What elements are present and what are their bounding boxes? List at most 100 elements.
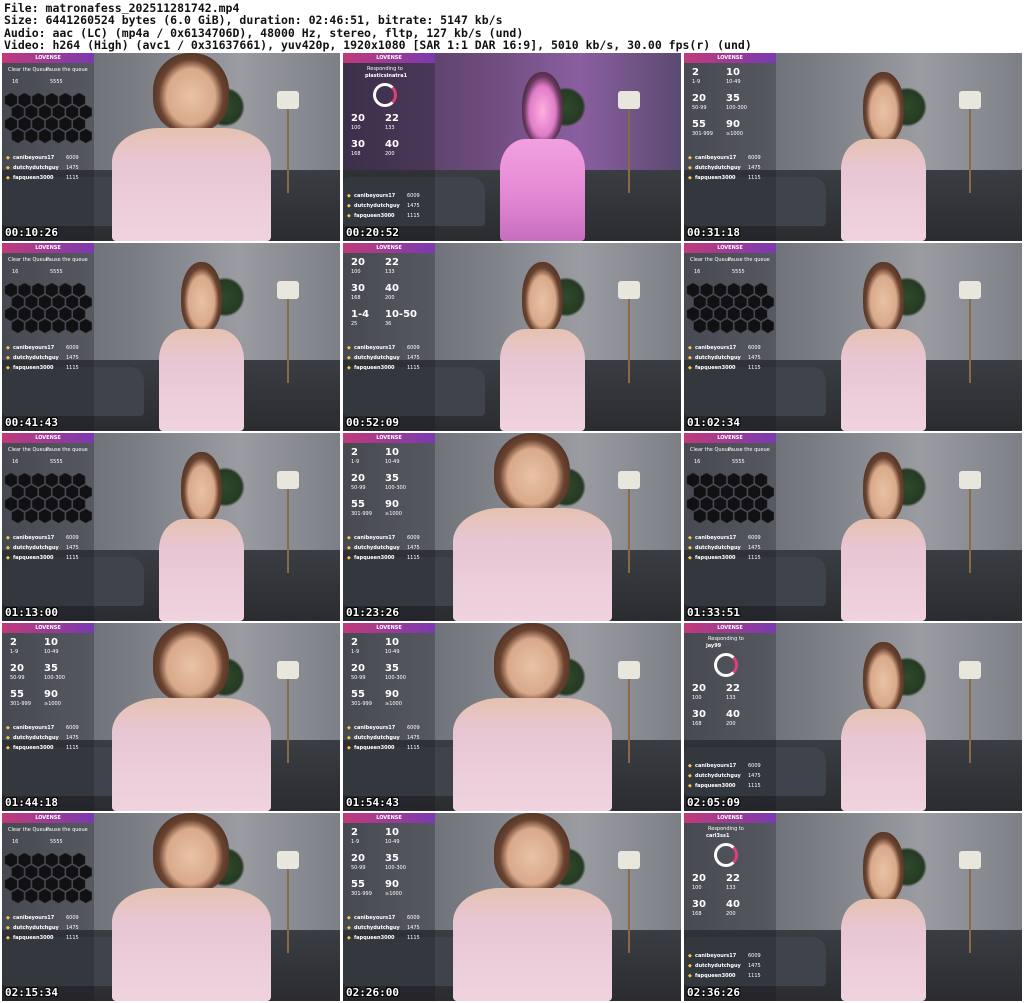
leaderboard-user: dutchydutchguy [695, 355, 741, 361]
hexagon-cell [31, 116, 45, 132]
tier-value: 35 [385, 663, 399, 674]
hexagon-cell [706, 484, 720, 500]
leaderboard-count: 1475 [748, 545, 761, 551]
tier-range: 100-300 [44, 675, 65, 681]
tier-value: 90 [726, 119, 740, 130]
video-thumbnail: LOVENSE Clear the Queue Pause the queue 16 5… [684, 243, 1022, 431]
video-line: Video: h264 (High) (avc1 / 0x31637661), … [4, 39, 752, 52]
tier-range: 1-9 [351, 459, 360, 465]
hexagon-cell [79, 888, 92, 904]
hexagon-cell [706, 318, 720, 334]
video-thumbnail: LOVENSE Responding to plasticsinatra1 20 100… [343, 53, 681, 241]
scene-lamp-stand [628, 298, 631, 384]
video-thumbnail: LOVENSE 2 1-9 10 10-49 20 50-99 35 100-300 55 301-… [2, 623, 340, 811]
scene-lamp-stand [287, 868, 290, 954]
stream-overlay-panel: LOVENSE Clear the Queue Pause the queue 16 5… [684, 433, 776, 621]
scene-lamp [959, 660, 982, 679]
hexagon-cell [24, 484, 38, 500]
hexagon-cell [747, 484, 761, 500]
hexagon-cell [740, 306, 754, 322]
person [492, 261, 593, 431]
pause-queue-label: Pause the queue [46, 257, 88, 263]
leaderboard-user: fapqueen3000 [13, 745, 54, 751]
tier-range: 301-999 [351, 701, 372, 707]
hexagon-cell [72, 496, 86, 512]
tier-value: 35 [385, 473, 399, 484]
gem-icon: ◆ [6, 735, 10, 741]
leaderboard-count: 1475 [66, 735, 79, 741]
hexagon-cell [740, 473, 754, 488]
tier-range: 200 [726, 721, 736, 727]
tier-range: 100-300 [726, 105, 747, 111]
video-thumbnail: LOVENSE Clear the Queue Pause the queue 16 5… [684, 433, 1022, 621]
hexagon-cell [38, 318, 52, 334]
gem-icon: ◆ [6, 545, 10, 551]
leaderboard-user: dutchydutchguy [13, 355, 59, 361]
scene-lamp [959, 470, 982, 489]
scene-lamp-stand [628, 488, 631, 574]
hexagon-cell [11, 104, 25, 120]
thumbnail-timestamp: 01:02:34 [687, 416, 740, 429]
tier-value: 90 [44, 689, 58, 700]
thumbnail-timestamp: 02:26:00 [346, 986, 399, 999]
responder-name: jay99 [706, 643, 722, 649]
tier-range: 133 [726, 885, 736, 891]
tier-value: 10 [385, 827, 399, 838]
leaderboard-count: 6009 [407, 345, 420, 351]
overlay-banner: LOVENSE [343, 53, 435, 63]
hexagon-cell [65, 864, 79, 880]
tier-range: 100-300 [385, 485, 406, 491]
hexagon-cell [761, 508, 774, 524]
hexagon-cell [747, 318, 761, 334]
scene-lamp-stand [628, 678, 631, 764]
hexagon-cell [45, 93, 59, 108]
leaderboard-count: 1115 [407, 935, 420, 941]
leaderboard-count: 6009 [66, 155, 79, 161]
leaderboard-count: 6009 [748, 763, 761, 769]
scene-lamp-stand [287, 298, 290, 384]
file-info-header: File: matronafess_202511281742.mp4 Size:… [4, 2, 1020, 52]
tier-value: 90 [385, 689, 399, 700]
leaderboard-user: fapqueen3000 [13, 935, 54, 941]
video-thumbnail: LOVENSE 20 100 22 133 30 168 40 200 1-4 25 10-50 36 ◆… [343, 243, 681, 431]
tier-value: 10 [44, 637, 58, 648]
leaderboard-count: 1115 [66, 175, 79, 181]
leaderboard-user: dutchydutchguy [13, 735, 59, 741]
scene-lamp [959, 280, 982, 299]
thumbnail-timestamp: 00:52:09 [346, 416, 399, 429]
person [151, 451, 252, 621]
hexagon-cell [65, 128, 79, 144]
tier-range: 50-99 [692, 105, 707, 111]
tier-range: ≥1000 [44, 701, 61, 707]
tier-value: 20 [692, 93, 706, 104]
gem-icon: ◆ [688, 175, 692, 181]
tier-range: 301-999 [351, 891, 372, 897]
tier-value: 22 [385, 257, 399, 268]
leaderboard-user: dutchydutchguy [13, 545, 59, 551]
tier-range: 200 [726, 911, 736, 917]
leaderboard-user: canibeyours17 [354, 345, 396, 351]
person [492, 71, 593, 241]
hexagon-cell [11, 888, 25, 904]
tier-value: 1-4 [351, 309, 370, 320]
tier-value: 55 [692, 119, 706, 130]
tier-range: 1-9 [10, 649, 19, 655]
pause-queue-value: 5555 [50, 459, 63, 465]
hexagon-cell [31, 473, 45, 488]
hexagon-cell [761, 318, 774, 334]
pause-queue-label: Pause the queue [46, 827, 88, 833]
hexagon-cell [79, 294, 92, 310]
thumbnail-timestamp: 01:13:00 [5, 606, 58, 619]
hexagon-cell [734, 318, 748, 334]
leaderboard-count: 6009 [66, 725, 79, 731]
pause-queue-value: 5555 [732, 459, 745, 465]
scene-lamp [277, 470, 300, 489]
hexagon-cell [24, 888, 38, 904]
hexagon-cell [65, 318, 79, 334]
gem-icon: ◆ [347, 555, 351, 561]
leaderboard-count: 6009 [748, 535, 761, 541]
gem-icon: ◆ [688, 763, 692, 769]
thumbnail-timestamp: 02:15:34 [5, 986, 58, 999]
leaderboard-user: canibeyours17 [13, 535, 55, 541]
gem-icon: ◆ [6, 915, 10, 921]
